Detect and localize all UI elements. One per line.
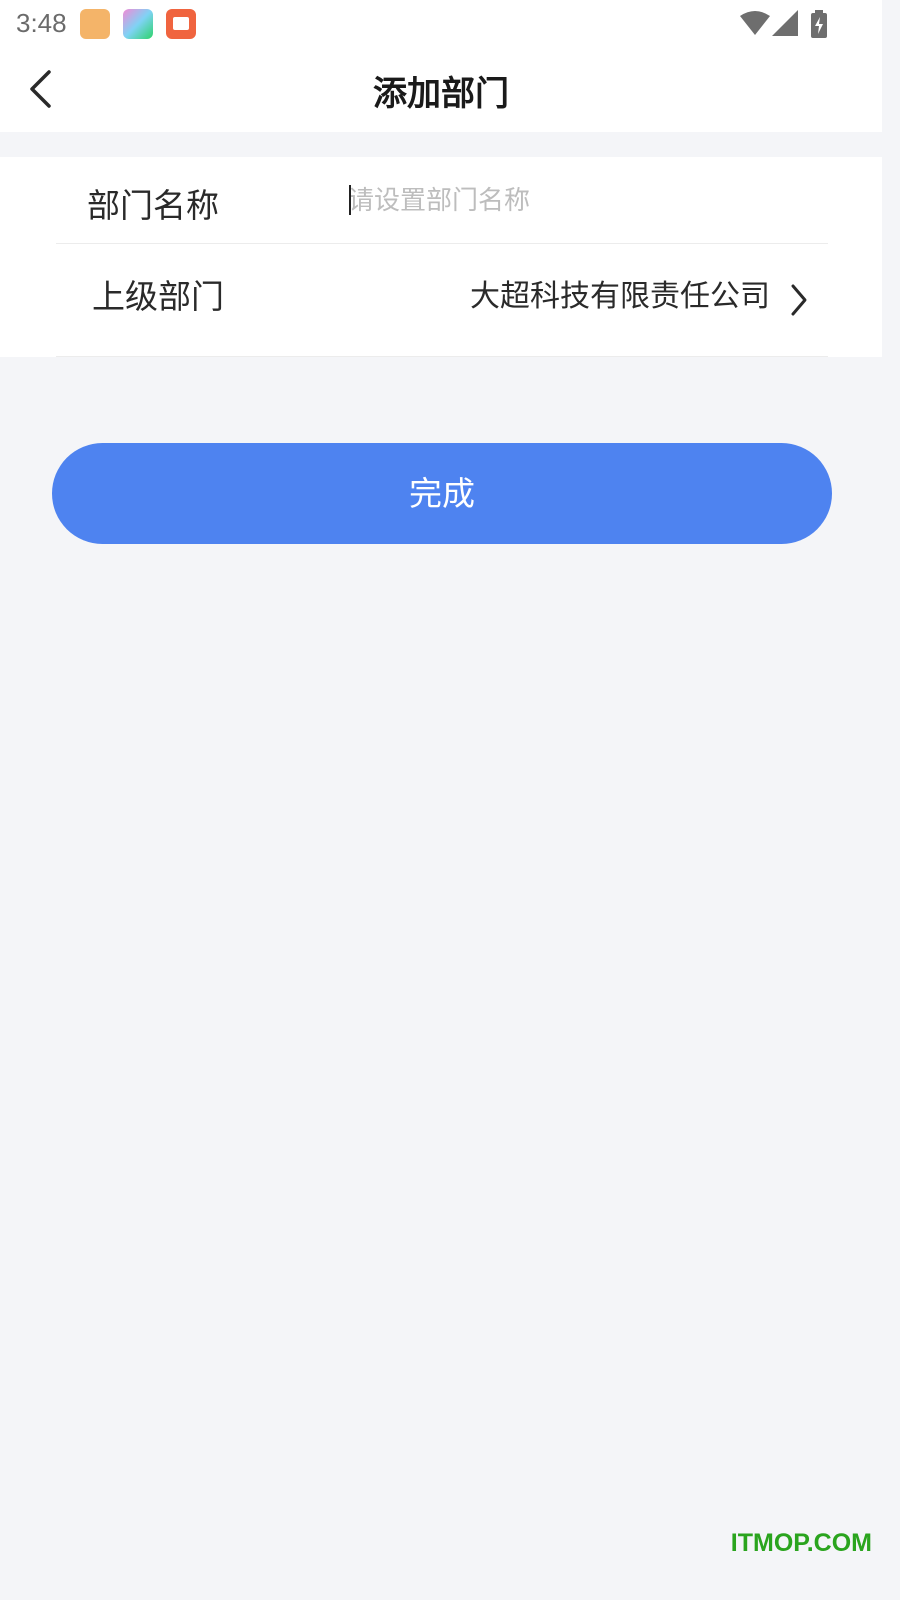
nav-bar: 添加部门 bbox=[0, 48, 882, 132]
pyramid-app-icon bbox=[123, 9, 153, 39]
chevron-right-icon bbox=[791, 284, 807, 316]
book-app-icon bbox=[166, 9, 196, 39]
battery-charging-icon bbox=[811, 10, 827, 38]
wifi-icon bbox=[740, 11, 770, 35]
parent-department-row[interactable]: 上级部门 大超科技有限责任公司 bbox=[56, 244, 828, 357]
department-name-input[interactable] bbox=[348, 181, 808, 221]
status-bar: 3:48 bbox=[0, 0, 882, 48]
form-card: 部门名称 上级部门 大超科技有限责任公司 bbox=[0, 157, 882, 357]
parent-department-value: 大超科技有限责任公司 bbox=[470, 279, 770, 314]
parent-department-label: 上级部门 bbox=[92, 277, 224, 316]
status-time: 3:48 bbox=[16, 8, 67, 38]
signal-icon bbox=[772, 10, 798, 36]
cat-app-icon bbox=[80, 9, 110, 39]
text-cursor bbox=[349, 185, 351, 215]
department-name-label: 部门名称 bbox=[87, 186, 219, 225]
department-name-row: 部门名称 bbox=[56, 157, 828, 244]
watermark: ITMOP.COM bbox=[730, 1529, 872, 1557]
done-button[interactable]: 完成 bbox=[52, 443, 832, 544]
page-title: 添加部门 bbox=[373, 74, 509, 114]
